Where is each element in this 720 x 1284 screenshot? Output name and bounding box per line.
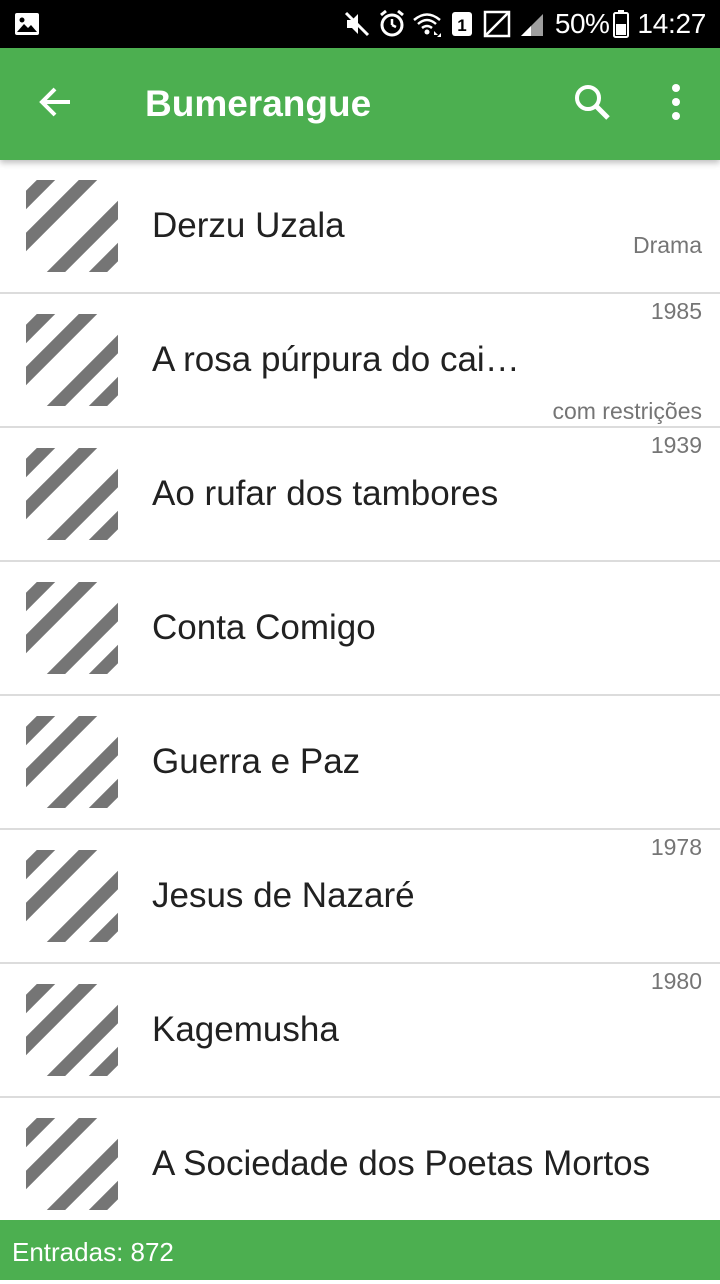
image-icon (14, 11, 40, 37)
search-button[interactable] (560, 72, 624, 136)
item-title: Kagemusha (152, 1010, 339, 1049)
wifi-icon (412, 9, 442, 39)
item-note: com restrições (552, 398, 702, 424)
list-item[interactable]: Conta Comigo (0, 562, 720, 696)
list-item[interactable]: Derzu Uzala Drama (0, 160, 720, 294)
no-signal-icon (482, 9, 512, 39)
placeholder-striped-icon (26, 448, 118, 540)
item-title: Jesus de Nazaré (152, 876, 415, 915)
item-title: Conta Comigo (152, 608, 376, 647)
item-year: 1980 (650, 968, 702, 994)
list-item[interactable]: Guerra e Paz (0, 696, 720, 830)
back-arrow-icon (36, 82, 76, 127)
list-item[interactable]: 1939 Ao rufar dos tambores (0, 428, 720, 562)
list-item[interactable]: 1985 A rosa púrpura do cai… com restriçõ… (0, 294, 720, 428)
placeholder-striped-icon (26, 582, 118, 674)
status-bar: 1 50% 14:27 (0, 0, 720, 48)
more-vert-icon (670, 82, 682, 127)
search-icon (572, 82, 612, 127)
svg-text:1: 1 (457, 16, 466, 35)
status-icons: 1 50% 14:27 (337, 0, 706, 48)
item-year: 1978 (650, 834, 702, 860)
app-bar: Bumerangue (0, 48, 720, 160)
item-title: Ao rufar dos tambores (152, 474, 499, 513)
placeholder-striped-icon (26, 1118, 118, 1210)
list-item[interactable]: 1978 Jesus de Nazaré (0, 830, 720, 964)
signal-icon (517, 9, 547, 39)
list-item[interactable]: A Sociedade dos Poetas Mortos (0, 1098, 720, 1220)
item-title: Derzu Uzala (152, 206, 345, 245)
mute-icon (342, 9, 372, 39)
item-year: 1939 (650, 432, 702, 458)
item-year: 1985 (650, 298, 702, 324)
sim-icon: 1 (447, 9, 477, 39)
list-item[interactable]: 1980 Kagemusha (0, 964, 720, 1098)
entries-count: Entradas: 872 (12, 1237, 174, 1267)
alarm-icon (377, 9, 407, 39)
battery-icon (613, 10, 630, 38)
placeholder-striped-icon (26, 314, 118, 406)
placeholder-striped-icon (26, 180, 118, 272)
movie-list: Derzu Uzala Drama 1985 A rosa púrpura do… (0, 160, 720, 1220)
placeholder-striped-icon (26, 984, 118, 1076)
back-button[interactable] (24, 72, 88, 136)
placeholder-striped-icon (26, 716, 118, 808)
placeholder-striped-icon (26, 850, 118, 942)
more-options-button[interactable] (648, 72, 704, 136)
item-title: Guerra e Paz (152, 742, 361, 781)
clock: 14:27 (637, 8, 706, 39)
item-title: A Sociedade dos Poetas Mortos (152, 1144, 651, 1183)
battery-percentage: 50% (554, 8, 610, 39)
item-title: A rosa púrpura do cai… (152, 340, 520, 379)
item-genre: Drama (632, 232, 702, 258)
page-title: Bumerangue (145, 83, 372, 124)
footer-bar: Entradas: 872 (0, 1220, 720, 1280)
